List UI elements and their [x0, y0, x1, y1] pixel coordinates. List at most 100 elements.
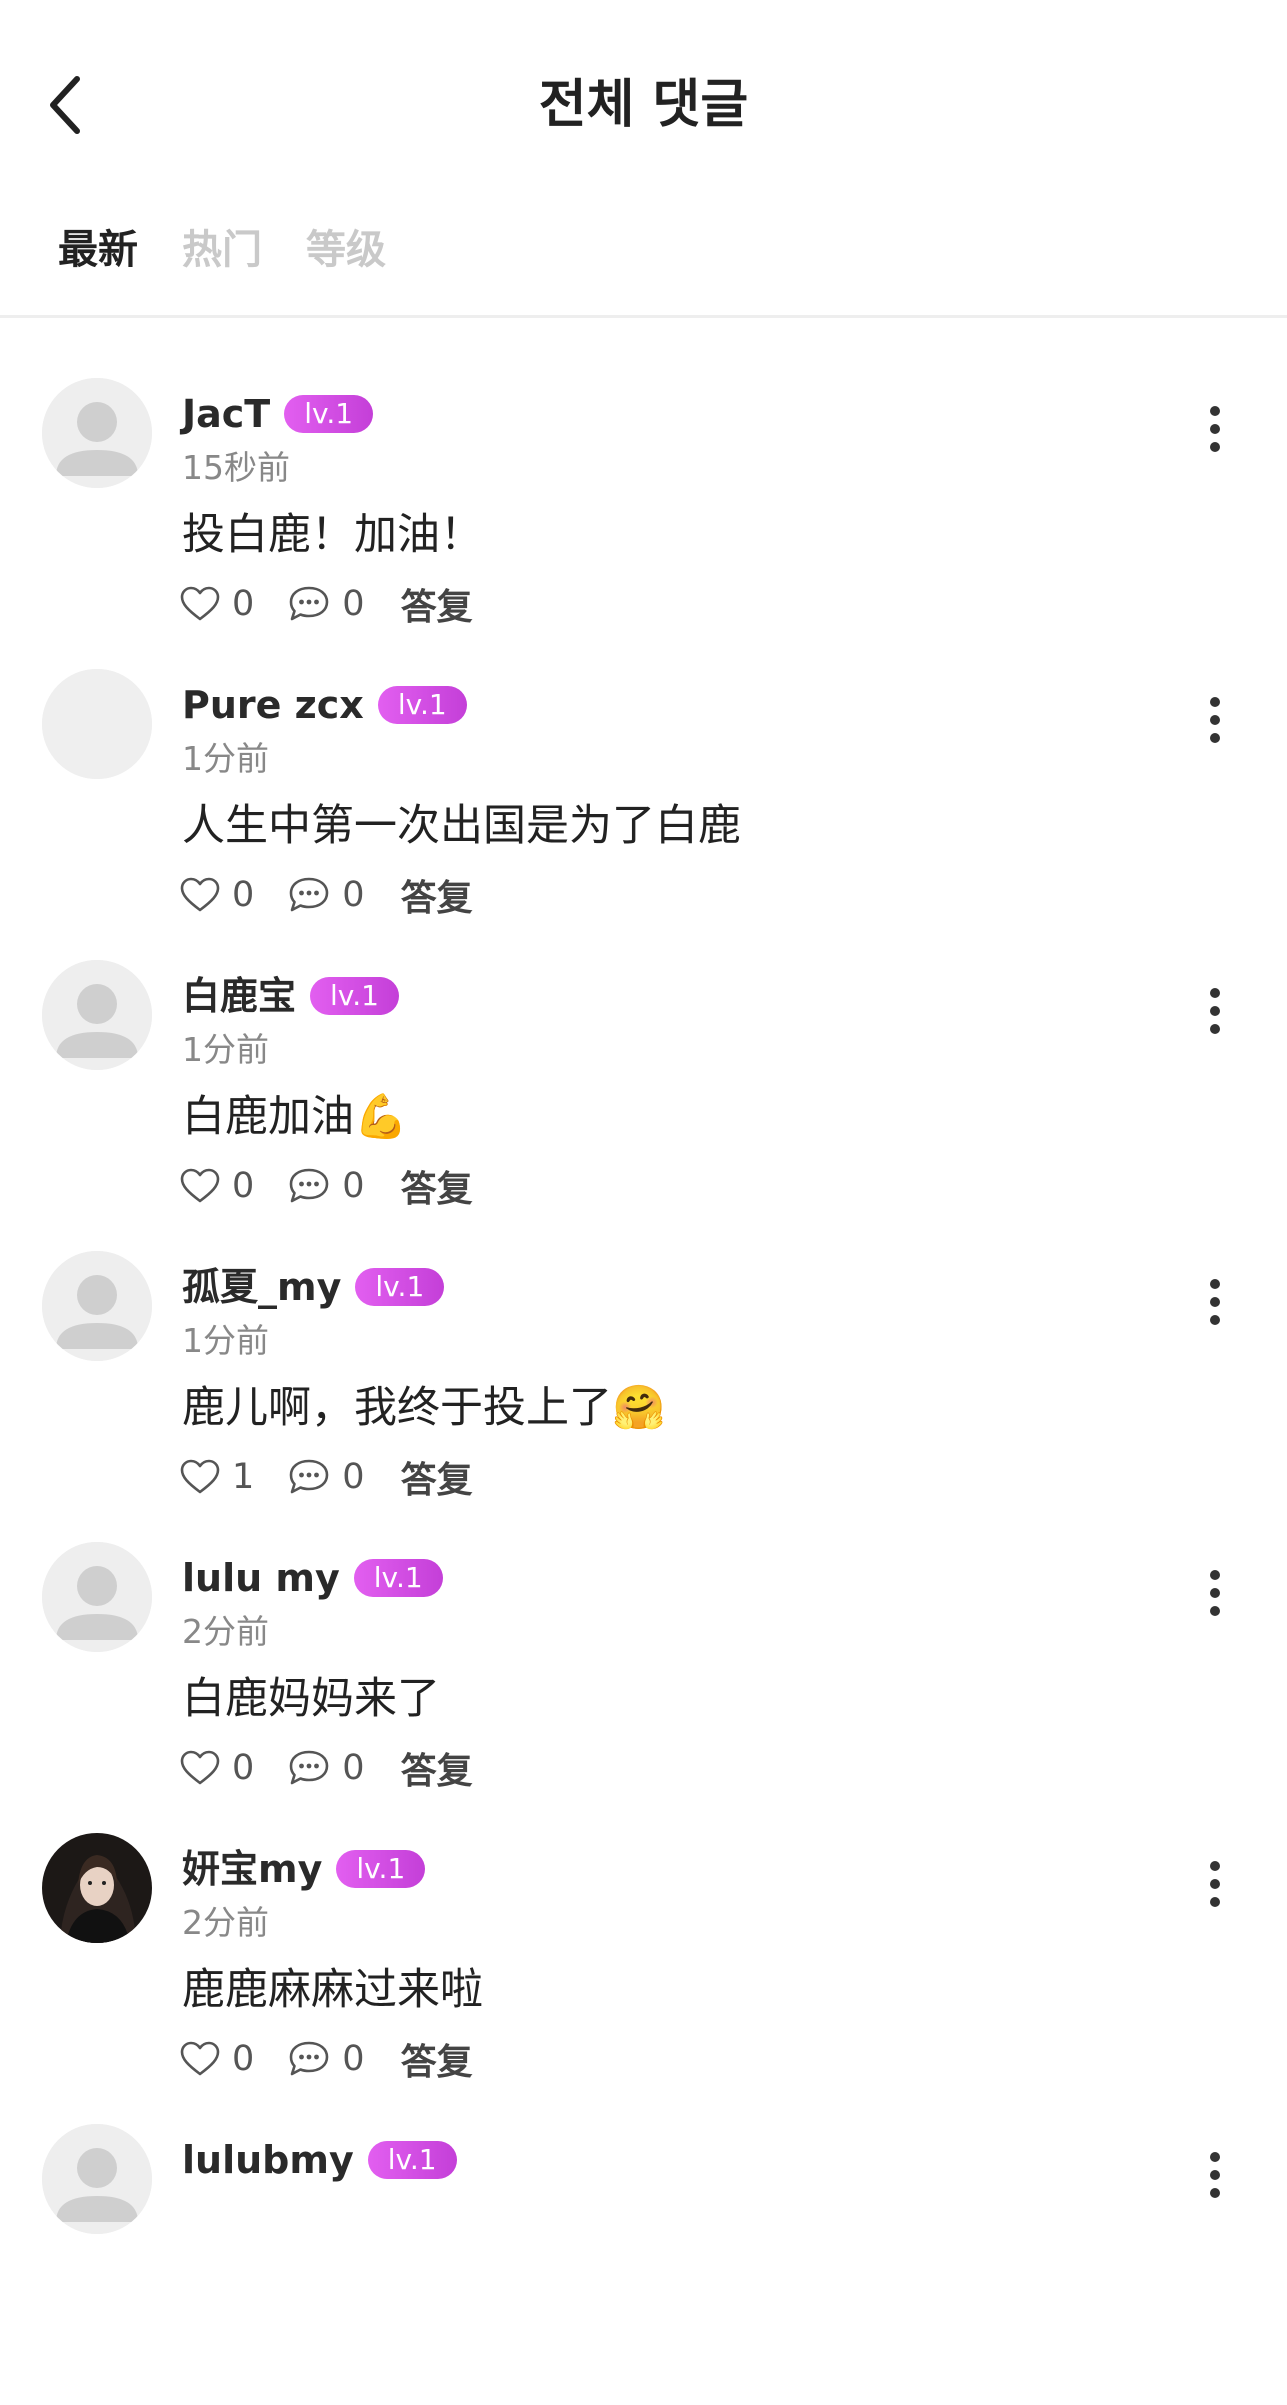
avatar[interactable]	[42, 1833, 152, 1943]
comment-header: lulu my lv.1	[182, 1550, 443, 1606]
heart-icon	[180, 1168, 220, 1203]
more-options-icon[interactable]	[1200, 1558, 1230, 1628]
like-button[interactable]: 0	[180, 2031, 254, 2087]
comment-bubble-icon	[289, 877, 329, 912]
reply-count-button[interactable]: 0	[288, 2031, 365, 2087]
comment-header: lulubmy lv.1	[182, 2132, 457, 2188]
comment-list: JacT lv.1 15秒前 投白鹿！加油！ 0 0 答复 Pure zcx l…	[0, 368, 1287, 2405]
like-count: 0	[232, 1748, 255, 1788]
like-button[interactable]: 0	[180, 576, 254, 632]
comment-time: 15秒前	[182, 448, 290, 487]
heart-icon	[180, 1459, 220, 1494]
comment-bubble-icon	[289, 1459, 329, 1494]
username[interactable]: lulu my	[182, 1550, 340, 1606]
reply-count: 0	[342, 584, 365, 624]
comment-actions: 0 0 答复	[180, 1740, 473, 1796]
heart-icon	[180, 586, 220, 621]
heart-icon	[180, 2041, 220, 2076]
level-badge: lv.1	[336, 1850, 426, 1888]
like-button[interactable]: 0	[180, 1740, 254, 1796]
header: 전체 댓글	[0, 0, 1287, 210]
like-count: 0	[232, 2039, 255, 2079]
like-count: 0	[232, 875, 255, 915]
reply-count-button[interactable]: 0	[288, 576, 365, 632]
divider	[0, 315, 1287, 318]
username[interactable]: lulubmy	[182, 2132, 354, 2188]
reply-count-button[interactable]: 0	[288, 1740, 365, 1796]
tab-latest[interactable]: 最新	[58, 220, 138, 290]
more-options-icon[interactable]	[1200, 1267, 1230, 1337]
comment-item: 孤夏_my lv.1 1分前 鹿儿啊，我终于投上了🤗 1 0 答复	[0, 1241, 1287, 1532]
comment-text: 人生中第一次出国是为了白鹿	[182, 801, 741, 851]
comment-text: 白鹿妈妈来了	[182, 1674, 440, 1724]
username[interactable]: JacT	[182, 386, 270, 442]
tab-bar: 最新 热门 等级	[58, 220, 386, 290]
reply-count-button[interactable]: 0	[288, 1158, 365, 1214]
level-badge: lv.1	[353, 1559, 443, 1597]
comment-text: 白鹿加油💪	[182, 1092, 408, 1142]
tab-hot[interactable]: 热门	[182, 220, 262, 290]
comment-bubble-icon	[289, 1750, 329, 1785]
username[interactable]: 白鹿宝	[182, 968, 296, 1024]
username[interactable]: 孤夏_my	[182, 1259, 341, 1315]
reply-count: 0	[342, 875, 365, 915]
tab-level[interactable]: 等级	[306, 220, 386, 290]
like-button[interactable]: 1	[180, 1449, 254, 1505]
more-options-icon[interactable]	[1200, 685, 1230, 755]
page-title: 전체 댓글	[538, 75, 749, 135]
comment-item: lulu my lv.1 2分前 白鹿妈妈来了 0 0 答复	[0, 1532, 1287, 1823]
heart-icon	[180, 1750, 220, 1785]
reply-button[interactable]: 答复	[401, 869, 473, 921]
comment-time: 1分前	[182, 739, 269, 778]
username[interactable]: 妍宝my	[182, 1841, 322, 1897]
comment-actions: 0 0 答复	[180, 2031, 473, 2087]
comment-text: 投白鹿！加油！	[182, 510, 483, 560]
reply-count-button[interactable]: 0	[288, 867, 365, 923]
comment-header: JacT lv.1	[182, 386, 374, 442]
avatar[interactable]	[42, 378, 152, 488]
comment-header: Pure zcx lv.1	[182, 677, 467, 733]
avatar[interactable]	[42, 1542, 152, 1652]
more-options-icon[interactable]	[1200, 976, 1230, 1046]
comment-time: 1分前	[182, 1030, 269, 1069]
comment-actions: 0 0 答复	[180, 867, 473, 923]
comment-bubble-icon	[289, 1168, 329, 1203]
more-options-icon[interactable]	[1200, 394, 1230, 464]
more-options-icon[interactable]	[1200, 2140, 1230, 2210]
level-badge: lv.1	[367, 2141, 457, 2179]
avatar[interactable]	[42, 1251, 152, 1361]
avatar[interactable]	[42, 2124, 152, 2234]
like-count: 1	[232, 1457, 255, 1497]
reply-button[interactable]: 答复	[401, 2033, 473, 2085]
comment-text: 鹿儿啊，我终于投上了🤗	[182, 1383, 666, 1433]
reply-button[interactable]: 答复	[401, 1451, 473, 1503]
level-badge: lv.1	[310, 977, 399, 1015]
like-button[interactable]: 0	[180, 867, 254, 923]
comment-bubble-icon	[289, 586, 329, 621]
heart-icon	[180, 877, 220, 912]
comment-header: 白鹿宝 lv.1	[182, 968, 399, 1024]
more-options-icon[interactable]	[1200, 1849, 1230, 1919]
reply-button[interactable]: 答复	[401, 1160, 473, 1212]
comment-actions: 1 0 答复	[180, 1449, 473, 1505]
username[interactable]: Pure zcx	[182, 677, 364, 733]
like-button[interactable]: 0	[180, 1158, 254, 1214]
reply-count-button[interactable]: 0	[288, 1449, 365, 1505]
like-count: 0	[232, 584, 255, 624]
reply-count: 0	[342, 2039, 365, 2079]
comment-item: 妍宝my lv.1 2分前 鹿鹿麻麻过来啦 0 0 答复	[0, 1823, 1287, 2114]
like-count: 0	[232, 1166, 255, 1206]
comment-actions: 0 0 答复	[180, 1158, 473, 1214]
comment-header: 妍宝my lv.1	[182, 1841, 426, 1897]
reply-button[interactable]: 答复	[401, 578, 473, 630]
comment-actions: 0 0 答复	[180, 576, 473, 632]
reply-button[interactable]: 答复	[401, 1742, 473, 1794]
comment-header: 孤夏_my lv.1	[182, 1259, 445, 1315]
comment-time: 2分前	[182, 1903, 269, 1942]
level-badge: lv.1	[377, 686, 467, 724]
avatar[interactable]	[42, 960, 152, 1070]
reply-count: 0	[342, 1457, 365, 1497]
comment-text: 鹿鹿麻麻过来啦	[182, 1965, 483, 2015]
comment-item: JacT lv.1 15秒前 投白鹿！加油！ 0 0 答复	[0, 368, 1287, 659]
avatar[interactable]	[42, 669, 152, 779]
